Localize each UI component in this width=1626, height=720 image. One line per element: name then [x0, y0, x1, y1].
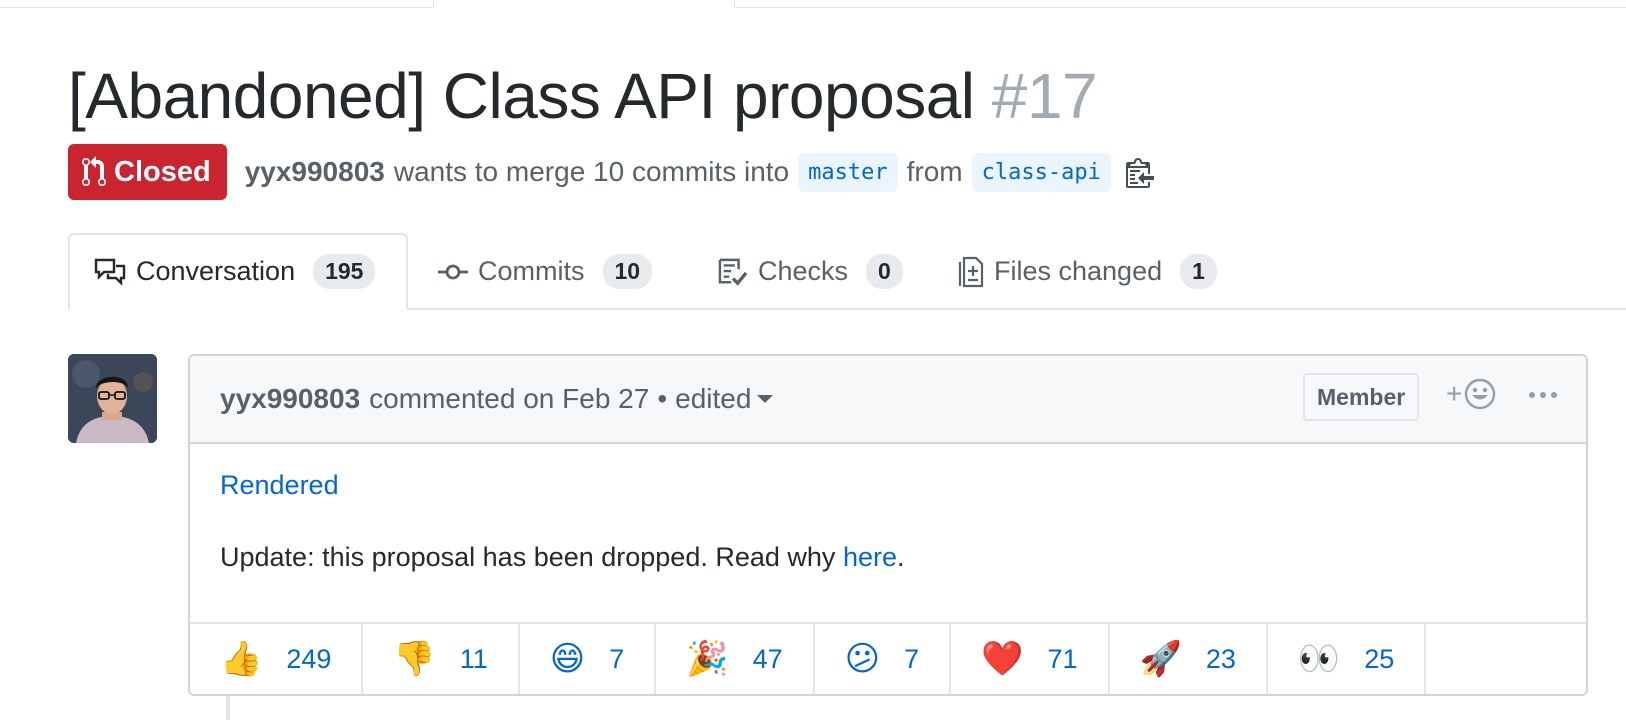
tab-counter: 10 — [602, 254, 653, 289]
reaction-count: 47 — [752, 643, 783, 674]
confused-icon: 😕 — [844, 639, 881, 679]
clippy-copy-icon[interactable] — [1125, 156, 1154, 188]
merge-summary: yyx990803 wants to merge 10 commits into… — [245, 152, 1154, 192]
reaction-thumbs-up[interactable]: 👍 249 — [190, 624, 364, 694]
update-paragraph: Update: this proposal has been dropped. … — [220, 538, 1556, 576]
tab-conversation[interactable]: Conversation 195 — [68, 233, 408, 310]
update-text: Update: this proposal has been dropped. … — [220, 542, 836, 572]
comment-author-link[interactable]: yyx990803 — [220, 383, 360, 415]
tab-label: Checks — [758, 256, 849, 286]
tab-label: Commits — [478, 256, 585, 286]
diff-icon — [958, 256, 984, 287]
pull-request-page: [Abandoned] Class API proposal #17 Close… — [0, 0, 1626, 720]
reaction-laugh[interactable]: 😄 7 — [520, 624, 657, 694]
pr-title: [Abandoned] Class API proposal #17 — [68, 56, 1098, 136]
eyes-icon: 👀 — [1297, 639, 1341, 679]
top-tab-remnant-right — [734, 0, 1626, 8]
reaction-rocket[interactable]: 🚀 23 — [1110, 624, 1268, 694]
reaction-count: 7 — [904, 643, 920, 674]
comment-body: Rendered Update: this proposal has been … — [220, 466, 1556, 576]
state-badge: Closed — [68, 144, 227, 200]
avatar[interactable] — [68, 354, 157, 443]
comment-box: yyx990803 commented on Feb 27 • edited M… — [188, 354, 1588, 696]
top-tab-remnant-left — [0, 0, 434, 8]
reactions-bar: 👍 249 👎 11 😄 7 🎉 47 😕 7 ❤️ 71 🚀 23 👀 25 — [190, 622, 1586, 694]
comment-header: yyx990803 commented on Feb 27 • edited M… — [190, 356, 1586, 444]
from-text: from — [906, 156, 963, 187]
tab-counter: 0 — [866, 254, 903, 289]
smiley-icon — [1465, 378, 1496, 410]
reaction-count: 25 — [1364, 643, 1395, 674]
plus-icon: + — [1446, 378, 1463, 409]
tab-counter: 195 — [313, 254, 376, 289]
comment-action[interactable]: commented on Feb 27 — [369, 383, 649, 415]
tab-label: Files changed — [994, 256, 1163, 286]
comment-separator: • — [657, 383, 668, 414]
reaction-heart[interactable]: ❤️ 71 — [951, 624, 1110, 694]
base-branch[interactable]: master — [798, 152, 898, 192]
tab-checks[interactable]: Checks 0 — [694, 233, 927, 310]
pr-author-link[interactable]: yyx990803 — [245, 156, 385, 188]
reaction-count: 7 — [609, 643, 625, 674]
pr-number: #17 — [991, 60, 1098, 132]
rocket-icon: 🚀 — [1139, 639, 1182, 679]
rendered-link[interactable]: Rendered — [220, 470, 339, 500]
reaction-hooray[interactable]: 🎉 47 — [656, 624, 815, 694]
edited-label: edited — [675, 383, 752, 414]
reaction-count: 23 — [1205, 643, 1236, 674]
pr-meta: Closed yyx990803 wants to merge 10 commi… — [68, 144, 1154, 200]
merge-text: wants to merge 10 commits into — [393, 156, 790, 187]
git-pull-request-icon — [82, 156, 106, 187]
heart-icon: ❤️ — [981, 639, 1024, 679]
laugh-icon: 😄 — [549, 639, 586, 679]
member-badge: Member — [1303, 373, 1420, 421]
reaction-count: 71 — [1047, 643, 1078, 674]
comment-discussion-icon — [94, 258, 126, 286]
tab-label: Conversation — [136, 256, 296, 286]
head-branch[interactable]: class-api — [971, 152, 1111, 192]
here-link[interactable]: here — [843, 542, 897, 572]
avatar-portrait-icon — [68, 354, 157, 443]
pr-tabs: Conversation 195 Commits 10 Checks 0 Fil… — [0, 233, 1626, 310]
git-commit-icon — [438, 264, 468, 279]
reaction-count: 11 — [459, 643, 488, 674]
state-label: Closed — [114, 155, 211, 188]
edited-dropdown[interactable]: edited — [675, 383, 774, 415]
thumbs-up-icon: 👍 — [220, 639, 263, 679]
comment-meta: yyx990803 commented on Feb 27 • edited — [220, 356, 774, 442]
kebab-horizontal-icon[interactable] — [1528, 386, 1558, 404]
tab-commits[interactable]: Commits 10 — [414, 233, 676, 310]
timeline-connector — [226, 696, 230, 720]
thumbs-down-icon: 👎 — [393, 639, 436, 679]
pr-title-text: [Abandoned] Class API proposal — [68, 60, 975, 132]
reaction-eyes[interactable]: 👀 25 — [1268, 624, 1427, 694]
add-reaction-button[interactable]: + — [1446, 378, 1496, 410]
reaction-confused[interactable]: 😕 7 — [815, 624, 952, 694]
tab-counter: 1 — [1180, 254, 1217, 289]
hooray-icon: 🎉 — [686, 639, 729, 679]
checklist-icon — [718, 258, 748, 286]
triangle-down-icon — [757, 395, 774, 403]
reaction-count: 249 — [286, 643, 332, 674]
reaction-thumbs-down[interactable]: 👎 11 — [363, 624, 520, 694]
tab-files-changed[interactable]: Files changed 1 — [934, 233, 1241, 310]
trailing-period: . — [896, 542, 905, 572]
